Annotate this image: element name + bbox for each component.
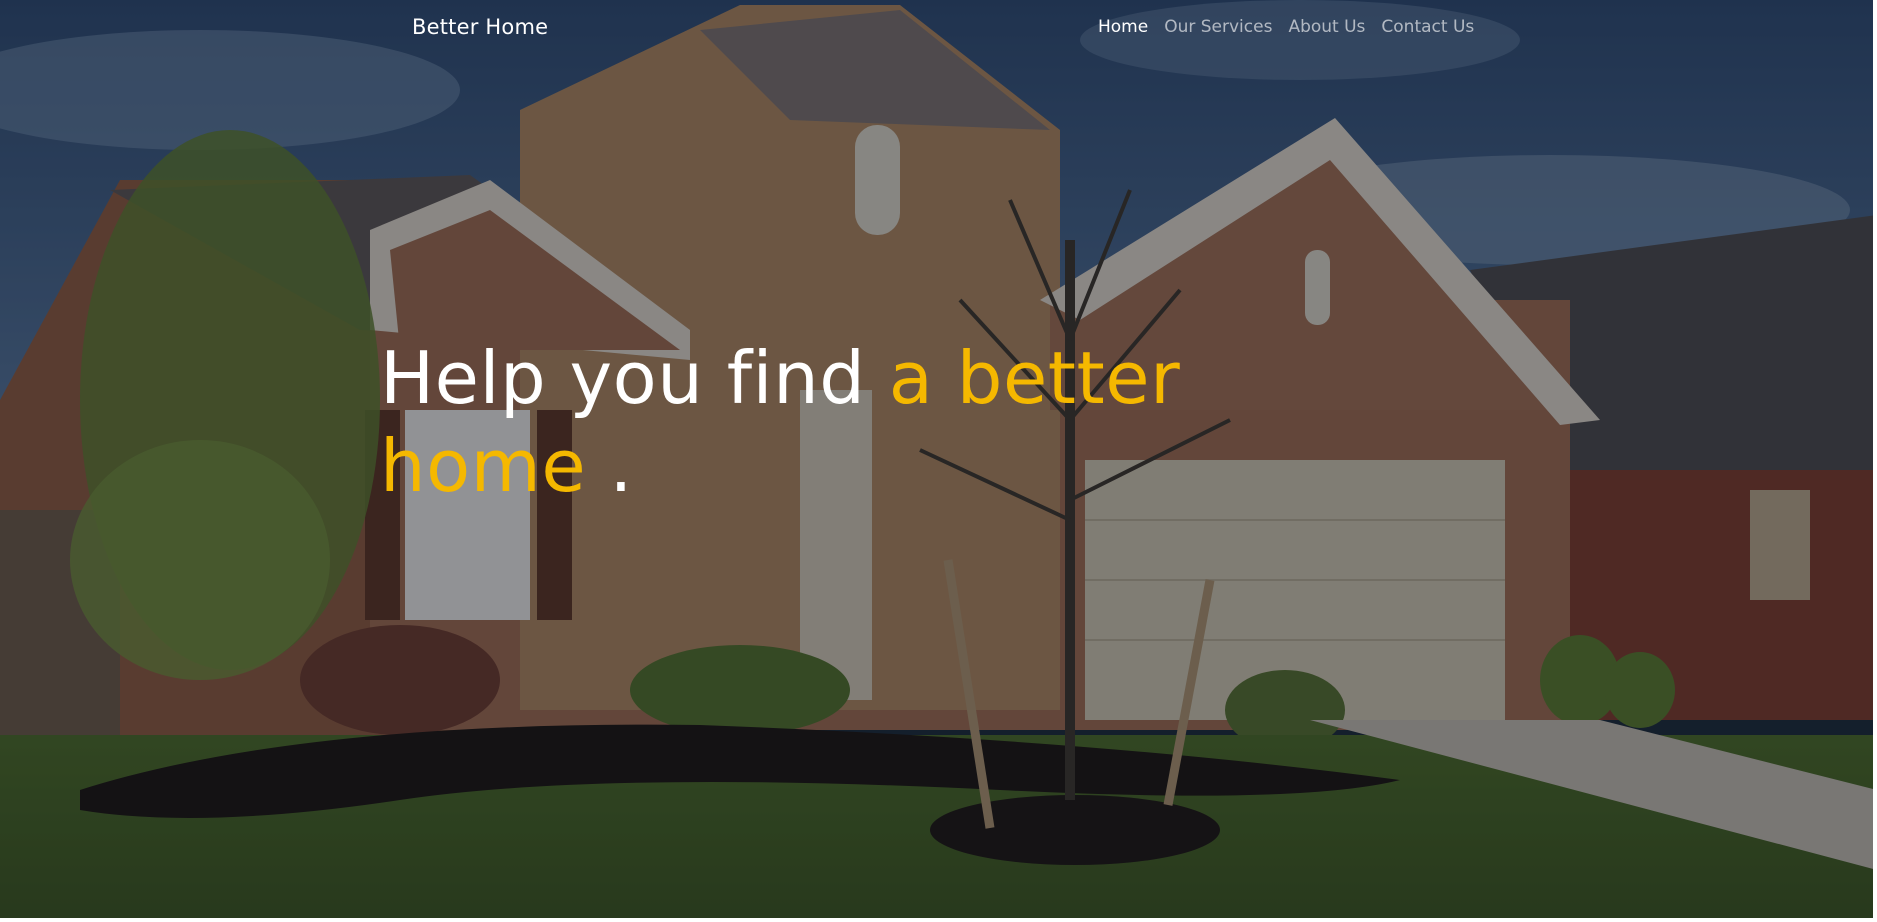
headline-end: . bbox=[586, 424, 633, 508]
headline-part-1: Help you find bbox=[380, 336, 889, 420]
nav-link-contact-us[interactable]: Contact Us bbox=[1381, 17, 1474, 37]
headline-accent-1: a better bbox=[888, 336, 1181, 420]
hero-section: Better Home Home Our Services About Us C… bbox=[0, 0, 1877, 922]
page-edge-bottom bbox=[0, 918, 1877, 922]
brand-logo-text[interactable]: Better Home bbox=[412, 15, 548, 39]
nav-link-about-us[interactable]: About Us bbox=[1288, 17, 1365, 37]
navbar: Better Home Home Our Services About Us C… bbox=[0, 0, 1877, 58]
headline-accent-2: home bbox=[380, 424, 587, 508]
nav-links: Home Our Services About Us Contact Us bbox=[1098, 17, 1490, 37]
nav-link-our-services[interactable]: Our Services bbox=[1164, 17, 1272, 37]
nav-link-home[interactable]: Home bbox=[1098, 17, 1148, 37]
hero-headline: Help you find a better home . bbox=[380, 334, 1280, 510]
page-edge-right bbox=[1873, 0, 1877, 922]
